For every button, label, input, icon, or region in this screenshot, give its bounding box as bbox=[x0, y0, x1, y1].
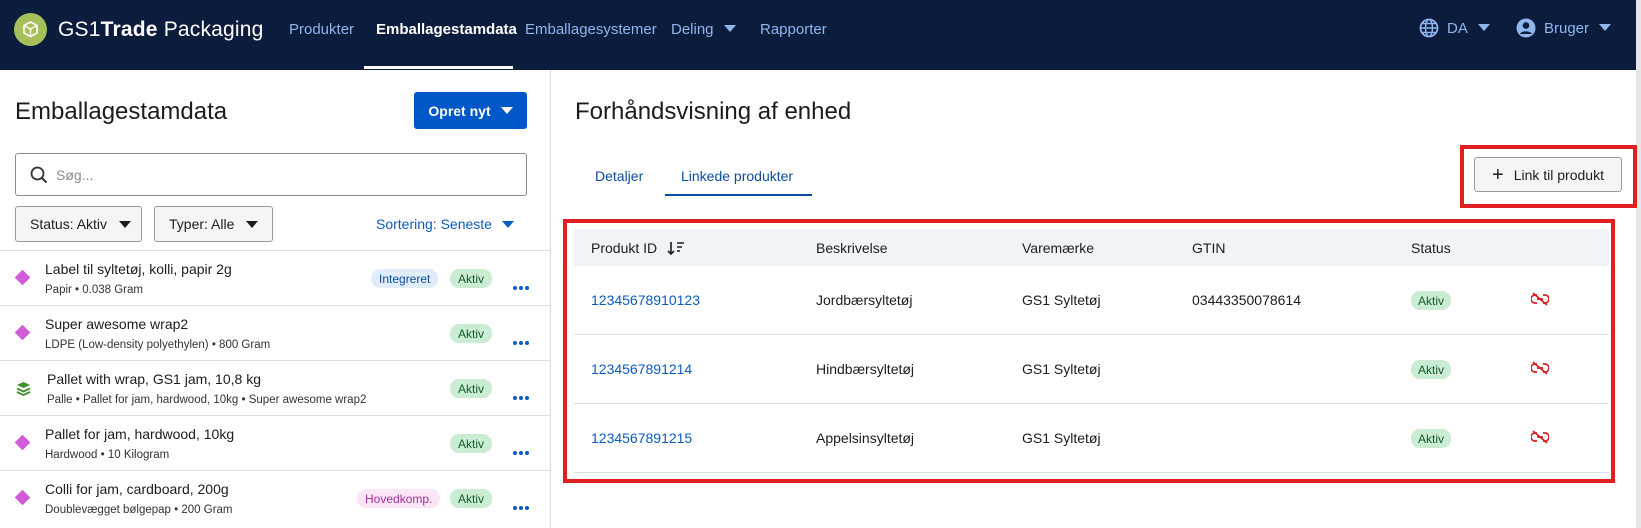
nav-emballagesystemer[interactable]: Emballagesystemer bbox=[525, 21, 657, 38]
status-filter-dropdown[interactable]: Status: Aktiv bbox=[15, 206, 142, 242]
preview-title: Forhåndsvisning af enhed bbox=[575, 98, 852, 125]
more-options-icon[interactable] bbox=[513, 332, 531, 350]
item-details: Palle • Pallet for jam, hardwood, 10kg •… bbox=[47, 394, 367, 406]
list-item[interactable]: Pallet with wrap, GS1 jam, 10,8 kg Palle… bbox=[0, 360, 550, 415]
types-filter-label: Typer: Alle bbox=[169, 216, 235, 232]
more-options-icon[interactable] bbox=[513, 277, 531, 295]
chevron-down-icon bbox=[246, 220, 259, 228]
plus-icon: + bbox=[1492, 163, 1504, 186]
list-item[interactable]: Label til syltetøj, kolli, papir 2g Papi… bbox=[0, 250, 550, 305]
product-description: Hindbærsyltetøj bbox=[816, 361, 915, 377]
product-id-link[interactable]: 1234567891214 bbox=[591, 361, 692, 377]
layers-icon bbox=[16, 381, 31, 396]
user-avatar-icon bbox=[1516, 18, 1536, 38]
link-to-product-label: Link til produkt bbox=[1513, 166, 1604, 183]
types-filter-dropdown[interactable]: Typer: Alle bbox=[154, 206, 273, 242]
sort-label: Sortering: Seneste bbox=[376, 216, 492, 232]
status-filter-label: Status: Aktiv bbox=[30, 216, 108, 232]
status-badge: Aktiv bbox=[450, 379, 493, 398]
status-badge: Aktiv bbox=[450, 269, 493, 288]
item-name: Pallet for jam, hardwood, 10kg bbox=[45, 426, 235, 442]
sort-dropdown[interactable]: Sortering: Seneste bbox=[376, 216, 514, 232]
product-id-link[interactable]: 12345678910123 bbox=[591, 292, 700, 308]
item-name: Label til syltetøj, kolli, papir 2g bbox=[45, 261, 232, 277]
status-badge: Aktiv bbox=[450, 489, 493, 508]
active-tab-indicator bbox=[665, 194, 812, 196]
product-brand: GS1 Syltetøj bbox=[1022, 430, 1101, 446]
item-details: LDPE (Low-density polyethylen) • 800 Gra… bbox=[45, 339, 271, 351]
chevron-down-icon bbox=[119, 220, 132, 228]
nav-emballagestamdata[interactable]: Emballagestamdata bbox=[376, 21, 517, 38]
nav-rapporter[interactable]: Rapporter bbox=[760, 21, 827, 38]
search-input[interactable] bbox=[56, 164, 496, 186]
chevron-down-icon bbox=[500, 107, 513, 114]
active-nav-indicator bbox=[364, 66, 513, 69]
item-details: Doublevægget bølgepap • 200 Gram bbox=[45, 504, 233, 516]
package-logo-icon[interactable] bbox=[14, 13, 47, 46]
status-badge: Aktiv bbox=[1411, 360, 1452, 379]
link-to-product-button[interactable]: + Link til produkt bbox=[1474, 157, 1622, 192]
product-description: Jordbærsyltetøj bbox=[816, 292, 913, 308]
chevron-down-icon bbox=[1477, 24, 1490, 31]
product-id-link[interactable]: 1234567891215 bbox=[591, 430, 692, 446]
status-badge: Aktiv bbox=[1411, 429, 1452, 448]
diamond-icon bbox=[14, 489, 31, 506]
language-selector[interactable]: DA bbox=[1419, 18, 1490, 38]
product-description: Appelsinsyltetøj bbox=[816, 430, 915, 446]
diamond-icon bbox=[14, 324, 31, 341]
more-options-icon[interactable] bbox=[513, 442, 531, 460]
create-new-button[interactable]: Opret nyt bbox=[414, 92, 527, 129]
main-component-badge: Hovedkomp. bbox=[357, 489, 441, 508]
product-gtin: 03443350078614 bbox=[1192, 292, 1302, 308]
item-name: Pallet with wrap, GS1 jam, 10,8 kg bbox=[47, 371, 261, 387]
list-item[interactable]: Super awesome wrap2 LDPE (Low-density po… bbox=[0, 305, 550, 360]
unlink-icon[interactable] bbox=[1531, 361, 1549, 375]
tab-linked-products[interactable]: Linkede produkter bbox=[681, 168, 793, 184]
list-item[interactable]: Pallet for jam, hardwood, 10kg Hardwood … bbox=[0, 415, 550, 470]
status-badge: Aktiv bbox=[450, 324, 493, 343]
column-header-product-id[interactable]: Produkt ID bbox=[591, 240, 685, 256]
top-navigation-bar: GS1Trade Packaging Produkter Emballagest… bbox=[0, 0, 1641, 70]
chevron-down-icon bbox=[501, 221, 514, 228]
chevron-down-icon bbox=[1599, 24, 1612, 31]
unlink-icon[interactable] bbox=[1531, 430, 1549, 444]
diamond-icon bbox=[14, 269, 31, 286]
status-badge: Aktiv bbox=[450, 434, 493, 453]
brand-name[interactable]: GS1Trade Packaging bbox=[58, 18, 264, 42]
column-header-status[interactable]: Status bbox=[1411, 240, 1451, 256]
chevron-down-icon bbox=[723, 25, 736, 32]
nav-produkter[interactable]: Produkter bbox=[289, 21, 354, 38]
item-details: Papir • 0.038 Gram bbox=[45, 284, 143, 296]
sort-descending-icon[interactable] bbox=[667, 241, 685, 256]
language-label: DA bbox=[1447, 20, 1468, 37]
more-options-icon[interactable] bbox=[513, 387, 531, 405]
column-header-brand[interactable]: Varemærke bbox=[1022, 240, 1094, 256]
page-title: Emballagestamdata bbox=[15, 98, 228, 125]
list-item[interactable]: Colli for jam, cardboard, 200g Doublevæg… bbox=[0, 470, 550, 525]
diamond-icon bbox=[14, 434, 31, 451]
column-header-description[interactable]: Beskrivelse bbox=[816, 240, 888, 256]
user-menu[interactable]: Bruger bbox=[1516, 18, 1612, 38]
nav-deling-label: Deling bbox=[671, 21, 714, 38]
user-label: Bruger bbox=[1544, 20, 1590, 37]
integrated-badge: Integreret bbox=[371, 269, 439, 288]
unlink-icon[interactable] bbox=[1531, 292, 1549, 306]
search-field[interactable] bbox=[15, 153, 527, 196]
column-label: Produkt ID bbox=[591, 240, 658, 256]
globe-icon bbox=[1419, 18, 1439, 38]
item-name: Super awesome wrap2 bbox=[45, 316, 189, 332]
more-options-icon[interactable] bbox=[513, 497, 531, 515]
nav-deling[interactable]: Deling bbox=[671, 21, 736, 38]
search-icon bbox=[30, 166, 48, 184]
create-new-label: Opret nyt bbox=[428, 102, 491, 119]
item-details: Hardwood • 10 Kilogram bbox=[45, 449, 170, 461]
column-header-gtin[interactable]: GTIN bbox=[1192, 240, 1225, 256]
product-brand: GS1 Syltetøj bbox=[1022, 361, 1101, 377]
product-brand: GS1 Syltetøj bbox=[1022, 292, 1101, 308]
left-panel: Emballagestamdata Opret nyt Status: Akti… bbox=[0, 70, 551, 528]
status-badge: Aktiv bbox=[1411, 291, 1452, 310]
tab-details[interactable]: Detaljer bbox=[595, 168, 643, 184]
item-name: Colli for jam, cardboard, 200g bbox=[45, 481, 229, 497]
scrollbar[interactable] bbox=[1636, 0, 1641, 528]
